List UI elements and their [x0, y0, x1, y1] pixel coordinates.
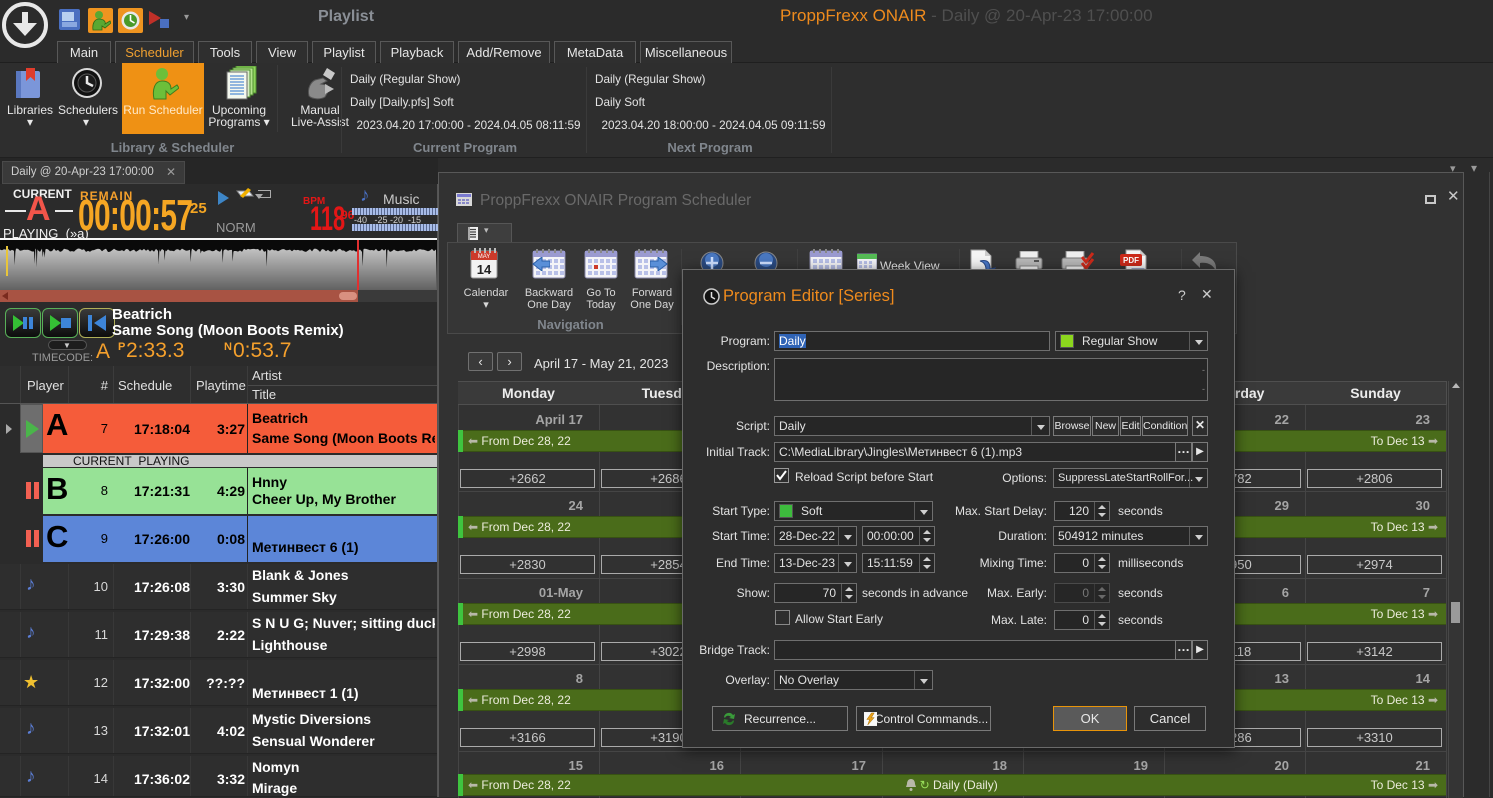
svg-text:MAY: MAY: [478, 254, 491, 260]
svg-text:14: 14: [477, 262, 492, 277]
svg-text:PDF: PDF: [1123, 256, 1139, 265]
